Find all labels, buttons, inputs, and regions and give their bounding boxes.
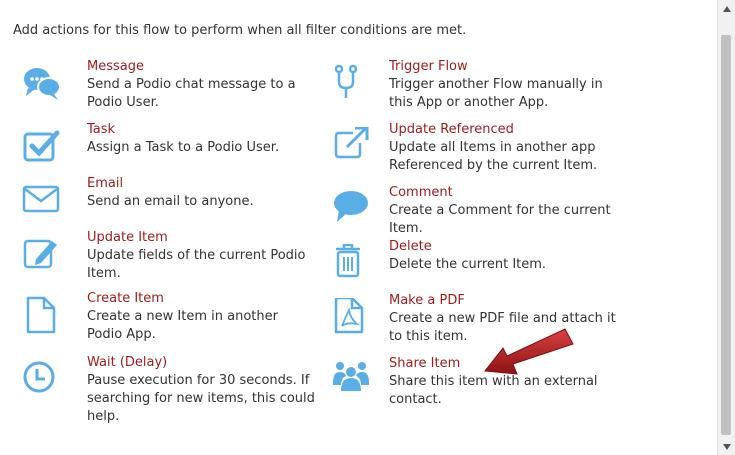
vertical-scrollbar[interactable] — [717, 0, 735, 455]
action-title[interactable]: Update Item — [87, 229, 317, 247]
action-title[interactable]: Delete — [389, 238, 619, 256]
chat-bubbles-icon — [22, 64, 62, 104]
external-link-icon — [333, 126, 373, 167]
scrollbar-thumb[interactable] — [721, 35, 731, 435]
action-title[interactable]: Make a PDF — [389, 292, 619, 310]
scroll-up-arrow-icon[interactable] — [718, 0, 735, 17]
intro-text: Add actions for this flow to perform whe… — [13, 23, 467, 38]
annotation-arrow — [484, 328, 574, 375]
action-title[interactable]: Message — [87, 58, 317, 76]
checkbox-icon — [22, 127, 62, 167]
people-icon — [333, 361, 373, 401]
envelope-icon — [22, 181, 62, 221]
action-description: Send a Podio chat message to a Podio Use… — [87, 77, 296, 110]
action-title[interactable]: Wait (Delay) — [87, 354, 317, 372]
action-description: Pause execution for 30 seconds. If searc… — [87, 373, 315, 424]
action-title[interactable]: Task — [87, 121, 317, 139]
action-description: Trigger another Flow manually in this Ap… — [389, 77, 603, 110]
scroll-down-arrow-icon[interactable] — [718, 438, 735, 455]
action-description: Create a new Item in another Podio App. — [87, 309, 278, 342]
action-title[interactable]: Create Item — [87, 290, 317, 308]
pencil-edit-icon — [22, 235, 62, 275]
action-description: Update fields of the current Podio Item. — [87, 248, 306, 281]
action-description: Send an email to anyone. — [87, 194, 254, 209]
action-title[interactable]: Trigger Flow — [389, 58, 619, 76]
document-icon — [22, 296, 62, 336]
action-description: Delete the current Item. — [389, 257, 547, 272]
pdf-icon — [333, 296, 373, 338]
action-title[interactable]: Comment — [389, 184, 619, 202]
action-description: Create a Comment for the current Item. — [389, 203, 611, 236]
action-title[interactable]: Update Referenced — [389, 121, 619, 139]
action-title[interactable]: Email — [87, 175, 317, 193]
clock-icon — [22, 360, 62, 400]
trash-icon — [333, 243, 373, 284]
branch-icon — [333, 64, 373, 104]
action-description: Update all Items in another app Referenc… — [389, 140, 598, 173]
action-description: Assign a Task to a Podio User. — [87, 140, 280, 155]
speech-bubble-icon — [333, 190, 373, 230]
